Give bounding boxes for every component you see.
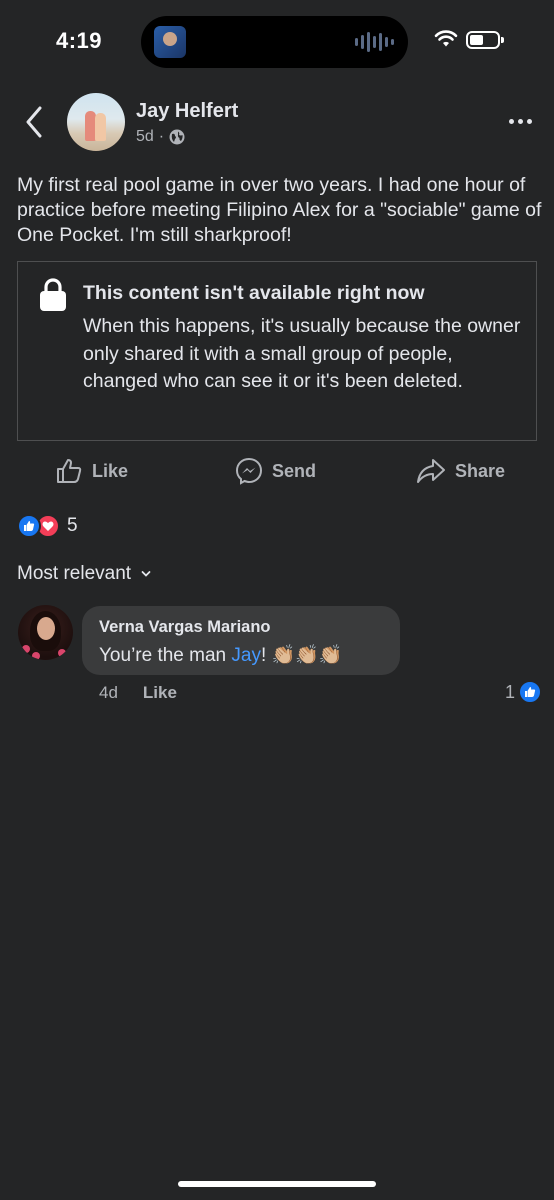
comment-time: 4d [99, 683, 118, 702]
reactions-summary[interactable]: 5 [17, 514, 78, 538]
comment-sort-dropdown[interactable]: Most relevant [17, 563, 151, 585]
thumbs-up-icon [57, 459, 82, 483]
like-reaction-icon [17, 514, 41, 538]
post-text: My first real pool game in over two year… [17, 174, 542, 246]
status-bar: 4:19 [0, 0, 554, 80]
share-button[interactable]: Share [416, 455, 505, 487]
lock-icon [40, 278, 66, 311]
now-playing-thumbnail [154, 26, 186, 58]
share-label: Share [455, 460, 506, 481]
send-button[interactable]: Send [235, 455, 316, 487]
more-options-button[interactable] [502, 106, 538, 136]
dynamic-island[interactable] [141, 16, 408, 68]
meta-separator: · [158, 128, 165, 145]
send-label: Send [272, 460, 317, 481]
author-name[interactable]: Jay Helfert [136, 100, 238, 123]
comment-reactions[interactable]: 1 [505, 680, 543, 704]
chevron-left-icon [26, 106, 42, 138]
unavailable-title: This content isn't available right now [83, 282, 425, 304]
comment-like-button[interactable]: Like [143, 683, 177, 703]
like-reaction-icon [518, 680, 543, 704]
back-button[interactable] [18, 100, 50, 144]
comment-meta: 4d Like [99, 683, 177, 703]
status-time: 4:19 [56, 28, 103, 53]
commenter-avatar[interactable] [18, 605, 73, 660]
reaction-count: 5 [67, 515, 78, 536]
comment-text: You’re the man Jay! 👏🏼👏🏼👏🏼 [99, 645, 343, 666]
unavailable-content-card: This content isn't available right now W… [17, 261, 537, 441]
like-button[interactable]: Like [55, 455, 128, 487]
commenter-name[interactable]: Verna Vargas Mariano [99, 618, 271, 637]
battery-icon [466, 31, 504, 49]
messenger-icon [235, 457, 263, 485]
share-arrow-icon [417, 459, 445, 483]
comment-bubble[interactable]: Verna Vargas Mariano You’re the man Jay!… [82, 606, 400, 675]
wifi-icon [434, 30, 458, 47]
comment-reaction-count: 1 [505, 681, 516, 702]
home-indicator[interactable] [178, 1181, 376, 1187]
mention-link[interactable]: Jay [231, 645, 261, 666]
post-time[interactable]: 5d [136, 128, 154, 146]
unavailable-body: When this happens, it's usually because … [83, 315, 521, 392]
audio-waveform-icon [355, 30, 394, 54]
author-avatar[interactable] [67, 93, 125, 151]
sort-label: Most relevant [17, 563, 132, 584]
globe-icon[interactable] [169, 129, 185, 145]
like-label: Like [92, 460, 129, 481]
post-meta: 5d · [136, 128, 185, 146]
chevron-down-icon [141, 571, 151, 577]
